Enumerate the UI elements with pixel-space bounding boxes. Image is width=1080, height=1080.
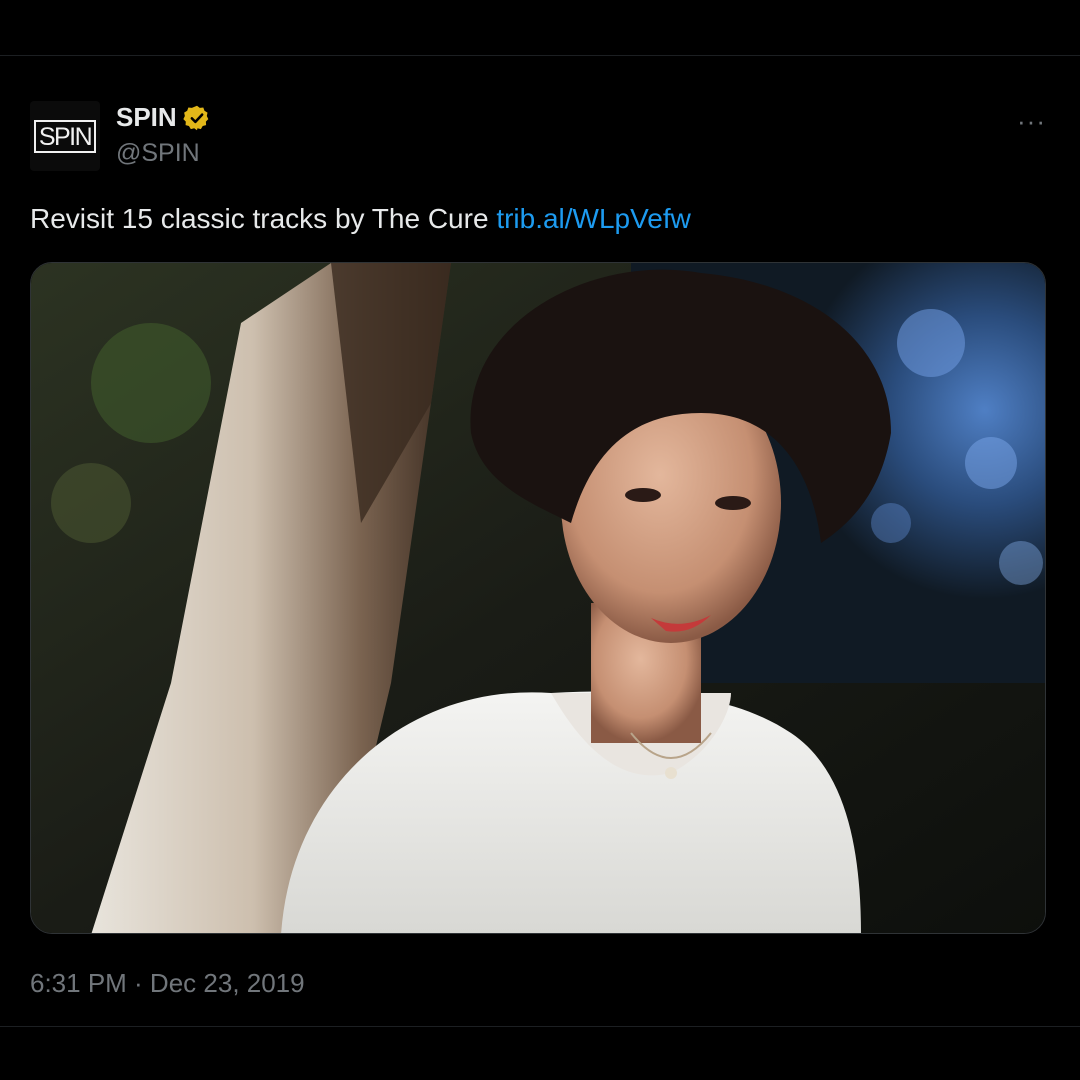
tweet-link[interactable]: trib.al/WLpVefw bbox=[496, 203, 691, 234]
name-row: SPIN bbox=[116, 102, 211, 133]
tweet-body: Revisit 15 classic tracks by The Cure bbox=[30, 203, 497, 234]
verified-badge-icon bbox=[183, 105, 209, 130]
avatar[interactable]: SPIN bbox=[30, 101, 100, 171]
tweet-text: Revisit 15 classic tracks by The Cure tr… bbox=[30, 201, 691, 237]
handle[interactable]: @SPIN bbox=[116, 139, 200, 168]
spin-logo: SPIN bbox=[33, 119, 97, 153]
photo-image bbox=[31, 263, 1045, 933]
tweet-card: SPIN SPIN @SPIN ··· Revisit 15 classic t… bbox=[0, 55, 1080, 1027]
more-icon[interactable]: ··· bbox=[1017, 106, 1046, 137]
tweet-photo[interactable] bbox=[30, 262, 1046, 934]
timestamp[interactable]: 6:31 PM · Dec 23, 2019 bbox=[30, 968, 305, 999]
display-name[interactable]: SPIN bbox=[116, 102, 177, 133]
